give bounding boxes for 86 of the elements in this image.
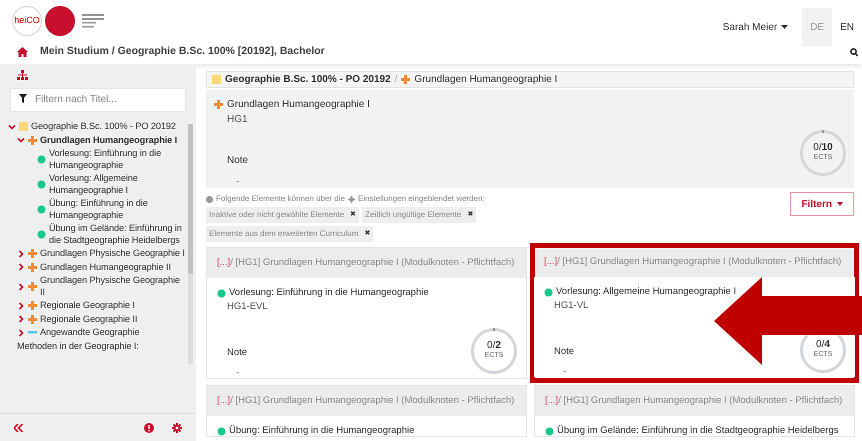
dot-icon — [217, 288, 226, 298]
course-title: Vorlesung: Allgemeine Humangeographie I — [556, 285, 736, 299]
filter-icon — [19, 94, 27, 103]
path-item[interactable]: Grundlagen Humangeographie I — [414, 72, 558, 87]
chevron-right-icon[interactable] — [17, 302, 25, 310]
ellipsis-link[interactable]: [...] — [544, 254, 558, 270]
plus-icon — [401, 75, 410, 84]
card-path: / [HG1] Grundlagen Humangeographie I (Modulknoten - Pflichtfach) — [230, 256, 514, 270]
ellipsis-link[interactable]: [...] — [217, 256, 230, 270]
search-icon[interactable] — [850, 48, 858, 56]
plus-icon — [28, 282, 37, 291]
seal-icon — [45, 6, 75, 36]
tree-item[interactable]: Vorlesung: Allgemeine Humangeographie I — [8, 172, 186, 197]
hint-text: Einstellungen eingeblendet werden: — [358, 193, 485, 205]
home-icon[interactable] — [17, 47, 28, 57]
filter-button[interactable]: Filtern — [790, 192, 854, 216]
module-code: HG1 — [226, 113, 249, 127]
plus-icon — [28, 262, 37, 272]
ellipsis-link[interactable]: [...] — [217, 394, 230, 408]
card-path: / [HG1] Grundlagen Humangeographie I (Modulknoten - Pflichtfach) — [230, 394, 514, 408]
ects-value: 0/10 — [813, 142, 833, 154]
tree-item[interactable]: Grundlagen Humangeographie I — [8, 134, 186, 147]
course-code: HG1-VL — [553, 299, 590, 314]
tree-item[interactable]: Grundlagen Humangeographie II — [8, 260, 186, 274]
tree-item[interactable]: Grundlagen Physische Geographie I — [8, 247, 186, 260]
university-wordmark-drawing — [82, 13, 106, 29]
tree-item[interactable]: Methoden in der Geographie I: — [8, 340, 186, 353]
course-title: Vorlesung: Einführung in die Humangeographie — [229, 286, 429, 300]
chevron-right-icon[interactable] — [17, 315, 25, 324]
progress-ring — [800, 130, 846, 176]
tree-item[interactable]: Regionale Geographie II — [8, 312, 186, 326]
tree-item[interactable]: Vorlesung: Einführung in die Humangeographie — [8, 147, 186, 172]
tree-item[interactable]: Grundlagen Physische Geographie II — [8, 274, 186, 299]
dot-icon — [545, 426, 554, 436]
tree-item[interactable]: Übung: Einführung in die Humangeographie — [8, 197, 186, 222]
module-title: Grundlagen Humangeographie I — [227, 98, 370, 112]
chevron-right-icon[interactable] — [17, 250, 25, 258]
grade-value: - — [236, 175, 240, 189]
caret-icon — [781, 25, 788, 29]
chevron-right-icon[interactable] — [17, 263, 25, 272]
grade-value: - — [563, 364, 566, 379]
chevron-down-icon[interactable] — [8, 122, 16, 131]
ellipsis-link[interactable]: [...] — [545, 394, 558, 408]
language-button[interactable]: EN — [832, 8, 862, 46]
course-code: HG1-EVL — [226, 300, 269, 314]
tree-item[interactable]: Übung im Gelände: Einführung in die Stadtgeographie Heidelbergs — [8, 222, 186, 247]
plus-icon — [28, 136, 37, 145]
plus-icon — [28, 249, 37, 258]
user-menu[interactable]: Sarah Meier — [722, 20, 788, 34]
filter-field[interactable]: Filtern nach Titel... — [10, 88, 186, 112]
path-separator: / — [394, 73, 398, 87]
progress-ring — [471, 328, 517, 374]
dot-icon — [37, 155, 46, 164]
dot-icon — [37, 205, 46, 214]
path-item[interactable]: Geographie B.Sc. 100% - PO 20192 — [225, 72, 391, 87]
chevron-right-icon[interactable] — [17, 328, 25, 337]
course-title: Übung: Einführung in die Humangeographie — [229, 424, 414, 438]
tree-item[interactable]: Regionale Geographie I — [8, 299, 186, 312]
chevron-right-icon[interactable] — [17, 282, 25, 290]
page-breadcrumb: Mein Studium / Geographie B.Sc. 100% [20192], Bachelor — [40, 44, 325, 60]
dot-icon — [37, 230, 46, 239]
grade-label: Note — [554, 344, 574, 358]
hierarchy-icon[interactable] — [17, 70, 28, 80]
square-icon — [212, 75, 221, 84]
grade-label: Note — [227, 154, 248, 168]
card-path: / [HG1] Grundlagen Humangeographie I (Modulknoten - Pflichtfach) — [557, 254, 842, 269]
collapse-icon[interactable] — [14, 424, 23, 432]
grade-label: Note — [227, 346, 248, 360]
course-title: Übung im Gelände: Einführung in die Stadtgeographie Heidelbergs — [557, 424, 838, 438]
card-path: / [HG1] Grundlagen Humangeographie I (Modulknoten - Pflichtfach) — [558, 394, 842, 408]
plus-icon — [28, 301, 37, 310]
ects-value: 0/2 — [487, 340, 501, 352]
dot-icon — [544, 288, 553, 297]
square-icon — [19, 122, 28, 132]
chevron-down-icon[interactable] — [17, 136, 25, 144]
tree-item[interactable]: Angewandte Geographie — [8, 326, 186, 340]
plus-icon — [214, 100, 223, 109]
hint-text: Folgende Elemente können über die — [216, 193, 345, 205]
tree-item[interactable]: Geographie B.Sc. 100% - PO 20192 — [8, 120, 186, 134]
dot-icon — [37, 180, 46, 189]
logo-badge: heiCO — [12, 6, 42, 36]
plus-icon — [28, 314, 37, 324]
grade-value: - — [236, 366, 240, 380]
dot-icon — [217, 426, 226, 436]
ects-value: 0/4 — [816, 339, 830, 350]
caret-icon — [837, 202, 843, 206]
